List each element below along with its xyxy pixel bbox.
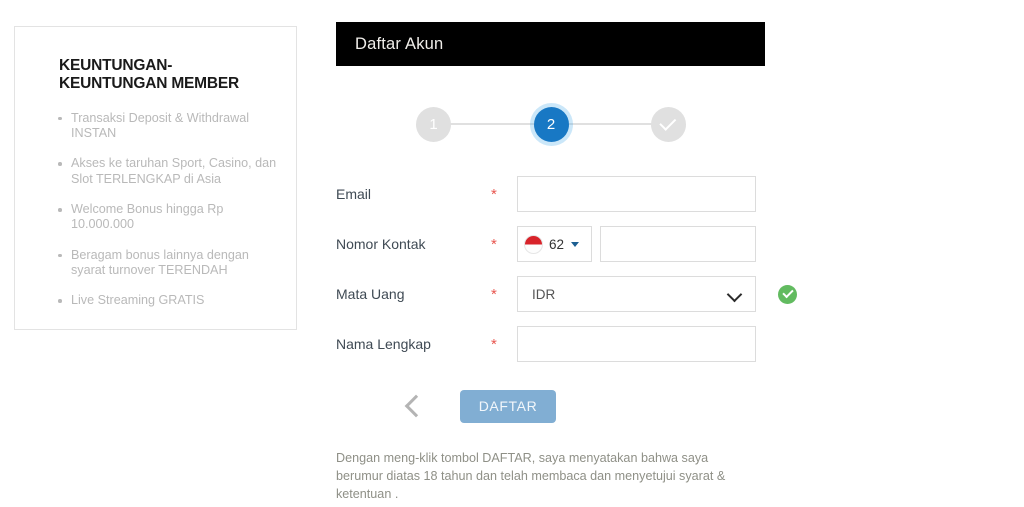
step-indicator-1[interactable]: 1 (416, 106, 451, 142)
fullname-input[interactable] (517, 326, 756, 362)
page-title: Daftar Akun (355, 34, 444, 53)
form-row-fullname: Nama Lengkap * (336, 326, 806, 362)
step-indicator-3[interactable] (651, 106, 686, 142)
form-actions: DAFTAR (336, 388, 806, 424)
fullname-label: Nama Lengkap (336, 336, 431, 352)
dial-code-value: 62 (549, 236, 565, 252)
form-row-currency: Mata Uang * IDR (336, 276, 806, 312)
check-icon (659, 113, 677, 131)
registration-form-panel: Daftar Akun 1 2 Email * Nomor Kontak * 6… (336, 22, 806, 504)
page-title-bar: Daftar Akun (336, 22, 765, 66)
submit-button[interactable]: DAFTAR (460, 389, 556, 423)
form-fields: Email * Nomor Kontak * 62 Mata Uang * ID… (336, 176, 806, 362)
required-asterisk: * (491, 235, 497, 253)
list-item: Welcome Bonus hingga Rp 10.000.000 (58, 202, 278, 233)
list-item: Transaksi Deposit & Withdrawal INSTAN (58, 111, 278, 142)
email-input[interactable] (517, 176, 756, 212)
required-asterisk: * (491, 285, 497, 303)
currency-select[interactable]: IDR (517, 276, 756, 312)
benefits-list: Transaksi Deposit & Withdrawal INSTAN Ak… (15, 111, 296, 309)
country-code-select[interactable]: 62 (517, 226, 592, 262)
form-row-phone: Nomor Kontak * 62 (336, 226, 806, 262)
form-row-email: Email * (336, 176, 806, 212)
benefits-panel: KEUNTUNGAN-KEUNTUNGAN MEMBER Transaksi D… (14, 26, 297, 330)
indonesia-flag-icon (524, 234, 543, 254)
benefits-title: KEUNTUNGAN-KEUNTUNGAN MEMBER (59, 57, 240, 93)
list-item: Beragam bonus lainnya dengan syarat turn… (58, 248, 278, 279)
status-badge (778, 284, 797, 304)
currency-select-wrapper[interactable]: IDR (517, 276, 756, 312)
chevron-left-icon (404, 394, 428, 418)
email-label: Email (336, 186, 372, 202)
step-indicator-2[interactable]: 2 (533, 106, 569, 142)
currency-selected-value: IDR (532, 286, 556, 302)
list-item: Akses ke taruhan Sport, Casino, dan Slot… (58, 156, 277, 186)
list-item: Live Streaming GRATIS (58, 293, 278, 308)
phone-label: Nomor Kontak (336, 236, 426, 252)
terms-disclaimer: Dengan meng-klik tombol DAFTAR, saya men… (336, 451, 726, 501)
required-asterisk: * (491, 185, 497, 203)
chevron-down-icon (571, 241, 580, 247)
phone-number-input[interactable] (600, 226, 756, 262)
currency-label: Mata Uang (336, 286, 405, 302)
required-asterisk: * (491, 335, 497, 353)
check-icon (781, 286, 794, 299)
back-button[interactable] (386, 394, 446, 418)
registration-stepper: 1 2 (416, 100, 686, 148)
